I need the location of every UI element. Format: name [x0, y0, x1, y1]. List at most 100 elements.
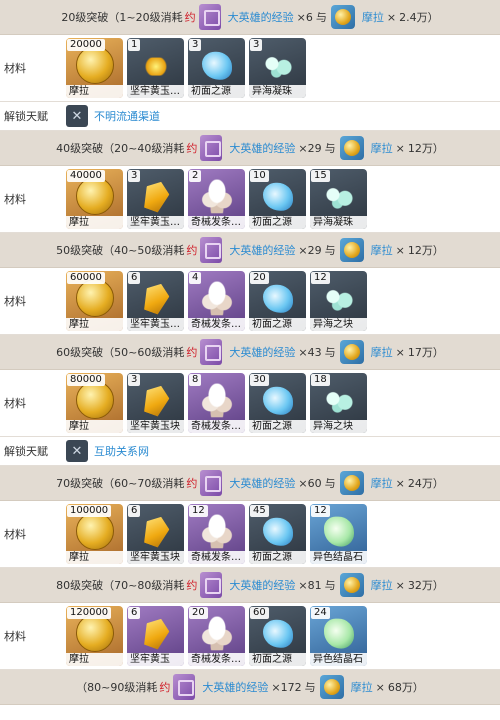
stage-title: （80~90级消耗 [76, 681, 158, 694]
crystal-stone-icon [323, 618, 354, 649]
item-name: 异色结晶石 [310, 551, 367, 564]
material-item[interactable]: 10 初面之源 [249, 169, 306, 229]
material-item[interactable]: 20000 摩拉 [66, 38, 123, 98]
material-item[interactable]: 30 初面之源 [249, 373, 306, 433]
talent-row: 解锁天赋 ✕ 互助关系网 [0, 437, 500, 466]
mora-item-link[interactable]: 摩拉 [351, 679, 373, 695]
topaz-fragment-icon [139, 280, 172, 316]
crystal-icon [262, 182, 293, 211]
materials-label: 材料 [4, 630, 26, 643]
material-item[interactable]: 6 坚牢黄玉… [127, 271, 184, 331]
material-item[interactable]: 3 坚牢黄玉… [127, 169, 184, 229]
material-item[interactable]: 3 异海凝珠 [249, 38, 306, 98]
item-count: 6 [128, 272, 141, 284]
exp-item-link[interactable]: 大英雄的经验 [228, 9, 294, 25]
exp-item-link[interactable]: 大英雄的经验 [229, 242, 295, 258]
material-item[interactable]: 18 异海之块 [310, 373, 367, 433]
stage-header: 50级突破（40~50级消耗约大英雄的经验 × 29 与摩拉 × 12万） [0, 233, 500, 268]
materials-label: 材料 [4, 193, 26, 206]
item-name: 奇械发条… [188, 318, 245, 331]
mora-item-link[interactable]: 摩拉 [371, 140, 393, 156]
exp-item-link[interactable]: 大英雄的经验 [202, 679, 268, 695]
item-count: 2 [189, 170, 202, 182]
stage-title: 40级突破（20~40级消耗 [56, 142, 185, 155]
exp-item-link[interactable]: 大英雄的经验 [229, 577, 295, 593]
talent-link[interactable]: 不明流通渠道 [94, 108, 160, 124]
consume-word: 约 [184, 11, 196, 24]
material-item[interactable]: 3 坚牢黄玉块 [127, 373, 184, 433]
hero-exp-book-icon [200, 339, 223, 365]
item-name: 初面之源 [188, 85, 245, 98]
mora-icon [339, 471, 364, 495]
times-sign: × [298, 578, 308, 592]
material-item[interactable]: 4 奇械发条… [188, 271, 245, 331]
material-item[interactable]: 60000 摩拉 [66, 271, 123, 331]
topaz-sliver-icon [142, 57, 169, 76]
pearl-icon [323, 389, 354, 414]
item-count: 3 [250, 39, 263, 51]
times-sign: × [298, 345, 308, 359]
item-name: 坚牢黄玉… [127, 85, 184, 98]
material-item[interactable]: 24 异色结晶石 [310, 606, 367, 666]
material-item[interactable]: 120000 摩拉 [66, 606, 123, 666]
times-sign: × [395, 476, 405, 490]
item-count: 3 [189, 39, 202, 51]
and-word: 与 [315, 11, 327, 24]
material-item[interactable]: 20 初面之源 [249, 271, 306, 331]
material-item[interactable]: 8 奇械发条… [188, 373, 245, 433]
topaz-gemstone-icon [139, 615, 172, 651]
item-name: 初面之源 [249, 551, 306, 564]
item-name: 坚牢黄玉块 [127, 420, 184, 433]
and-word: 与 [304, 681, 316, 694]
exp-item-link[interactable]: 大英雄的经验 [229, 140, 295, 156]
mora-icon [339, 573, 364, 597]
item-count: 24 [311, 607, 330, 619]
material-item[interactable]: 80000 摩拉 [66, 373, 123, 433]
mora-item-link[interactable]: 摩拉 [362, 9, 384, 25]
stage-header: 60级突破（50~60级消耗约大英雄的经验 × 43 与摩拉 × 17万） [0, 335, 500, 370]
clockwork-icon [200, 383, 233, 418]
stage-header: （80~90级消耗约大英雄的经验 × 172 与摩拉 × 68万） [0, 670, 500, 705]
material-item[interactable]: 6 坚牢黄玉块 [127, 504, 184, 564]
materials-row: 材料 100000 摩拉 6 坚牢黄玉块 12 奇械发条… 45 初面之源 12 异色结晶石 [0, 501, 500, 568]
exp-item-link[interactable]: 大英雄的经验 [229, 475, 295, 491]
material-item[interactable]: 1 坚牢黄玉… [127, 38, 184, 98]
material-item[interactable]: 20 奇械发条… [188, 606, 245, 666]
mora-item-link[interactable]: 摩拉 [371, 242, 393, 258]
item-count: 120000 [67, 607, 112, 619]
mora-item-link[interactable]: 摩拉 [371, 577, 393, 593]
material-item[interactable]: 6 坚牢黄玉 [127, 606, 184, 666]
materials-list: 100000 摩拉 6 坚牢黄玉块 12 奇械发条… 45 初面之源 12 异色结晶石 [66, 504, 367, 564]
clockwork-icon [200, 514, 233, 549]
stage-title: 50级突破（40~50级消耗 [56, 244, 185, 257]
item-count: 15 [311, 170, 330, 182]
mora-item-link[interactable]: 摩拉 [371, 344, 393, 360]
material-item[interactable]: 45 初面之源 [249, 504, 306, 564]
times-sign: × [395, 345, 405, 359]
material-item[interactable]: 40000 摩拉 [66, 169, 123, 229]
material-item[interactable]: 2 奇械发条… [188, 169, 245, 229]
material-item[interactable]: 3 初面之源 [188, 38, 245, 98]
material-item[interactable]: 12 异色结晶石 [310, 504, 367, 564]
item-name: 奇械发条… [188, 216, 245, 229]
material-item[interactable]: 12 异海之块 [310, 271, 367, 331]
times-sign: × [395, 243, 405, 257]
item-count: 12 [189, 505, 208, 517]
exp-item-link[interactable]: 大英雄的经验 [229, 344, 295, 360]
material-item[interactable]: 15 异海凝珠 [310, 169, 367, 229]
talent-row: 解锁天赋 ✕ 不明流通渠道 [0, 102, 500, 131]
item-count: 40000 [67, 170, 105, 182]
crystal-stone-icon [323, 516, 354, 547]
item-count: 45 [250, 505, 269, 517]
material-item[interactable]: 12 奇械发条… [188, 504, 245, 564]
mora-icon [330, 5, 355, 29]
item-name: 坚牢黄玉 [127, 653, 184, 666]
item-name: 坚牢黄玉块 [127, 551, 184, 564]
stage-title: 80级突破（70~80级消耗 [56, 579, 185, 592]
talent-link[interactable]: 互助关系网 [94, 443, 149, 459]
mora-item-link[interactable]: 摩拉 [371, 475, 393, 491]
exp-count: 43 [307, 345, 322, 359]
material-item[interactable]: 60 初面之源 [249, 606, 306, 666]
material-item[interactable]: 100000 摩拉 [66, 504, 123, 564]
times-sign: × [395, 578, 405, 592]
